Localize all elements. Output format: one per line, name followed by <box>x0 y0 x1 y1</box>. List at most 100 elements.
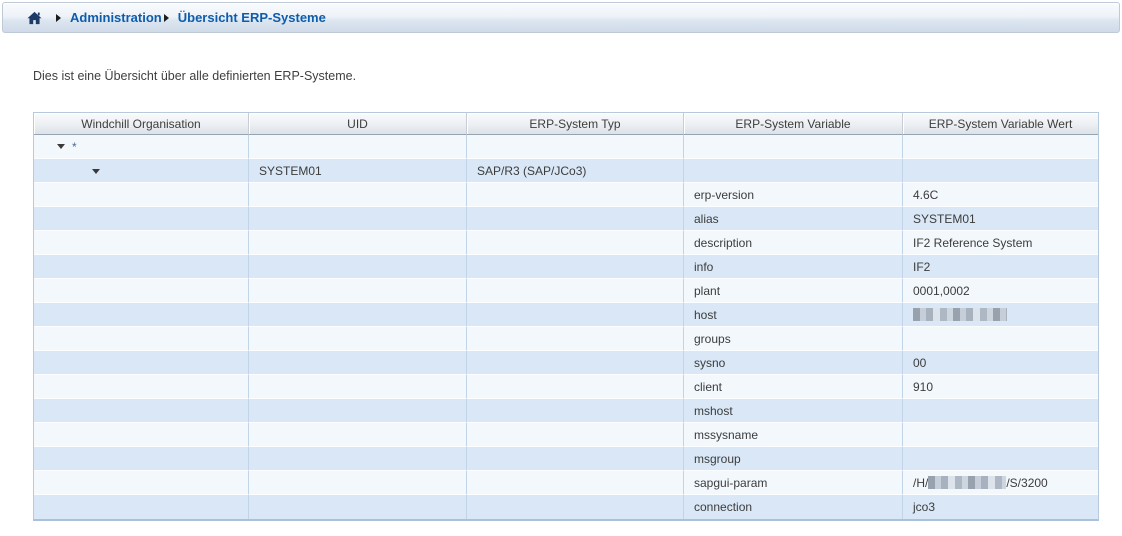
erp-system-typ-cell <box>467 327 684 351</box>
erp-system-variable-wert-cell <box>903 303 1098 327</box>
table-row: msgroup <box>34 447 1098 471</box>
erp-system-variable-cell: alias <box>684 207 903 231</box>
organisation-cell <box>34 255 249 279</box>
erp-system-variable-wert-cell <box>903 135 1098 159</box>
cell-value: /S/3200 <box>1006 476 1047 490</box>
chevron-right-icon <box>56 14 61 22</box>
uid-cell <box>249 279 467 303</box>
table-row: host <box>34 303 1098 327</box>
erp-table-container: Windchill Organisation UID ERP-System Ty… <box>33 112 1122 521</box>
cell-value: 4.6C <box>913 188 938 202</box>
erp-system-typ-cell <box>467 399 684 423</box>
uid-cell <box>249 423 467 447</box>
erp-system-variable-wert-cell: SYSTEM01 <box>903 207 1098 231</box>
erp-system-typ-cell <box>467 447 684 471</box>
erp-system-variable-cell: host <box>684 303 903 327</box>
breadcrumb-link-administration[interactable]: Administration <box>70 10 162 25</box>
erp-system-variable-wert-cell: 0001,0002 <box>903 279 1098 303</box>
organisation-cell <box>34 399 249 423</box>
table-row: connection jco3 <box>34 495 1098 519</box>
erp-system-variable-cell: connection <box>684 495 903 519</box>
cell-value: 0001,0002 <box>913 284 970 298</box>
uid-cell <box>249 399 467 423</box>
cell-value: IF2 <box>913 260 930 274</box>
organisation-cell <box>34 495 249 519</box>
organisation-cell <box>34 159 249 183</box>
organisation-cell <box>34 447 249 471</box>
uid-cell <box>249 231 467 255</box>
erp-systems-table: Windchill Organisation UID ERP-System Ty… <box>33 112 1099 521</box>
organisation-cell <box>34 207 249 231</box>
uid-cell <box>249 375 467 399</box>
erp-system-variable-cell: mshost <box>684 399 903 423</box>
erp-system-variable-wert-cell <box>903 327 1098 351</box>
erp-system-variable-cell: erp-version <box>684 183 903 207</box>
organisation-cell <box>34 231 249 255</box>
erp-system-typ-cell <box>467 255 684 279</box>
organisation-label: * <box>72 140 77 154</box>
erp-system-variable-cell: client <box>684 375 903 399</box>
table-row: plant 0001,0002 <box>34 279 1098 303</box>
table-row: sysno00 <box>34 351 1098 375</box>
table-row: mshost <box>34 399 1098 423</box>
cell-value: jco3 <box>913 500 935 514</box>
organisation-cell <box>34 279 249 303</box>
erp-system-typ-cell <box>467 423 684 447</box>
table-row: SYSTEM01SAP/R3 (SAP/JCo3) <box>34 159 1098 183</box>
organisation-cell <box>34 351 249 375</box>
collapse-triangle-icon[interactable] <box>92 169 100 174</box>
erp-system-typ-cell <box>467 351 684 375</box>
redacted-value <box>928 476 1006 489</box>
table-row: descriptionIF2 Reference System <box>34 231 1098 255</box>
column-header-erp-system-variable-wert: ERP-System Variable Wert <box>903 113 1098 135</box>
erp-system-variable-wert-cell <box>903 447 1098 471</box>
erp-system-variable-cell: msgroup <box>684 447 903 471</box>
breadcrumb-link-uebersicht-erp-systeme[interactable]: Übersicht ERP-Systeme <box>178 10 326 25</box>
cell-value: SYSTEM01 <box>913 212 976 226</box>
uid-cell <box>249 471 467 495</box>
table-row: sapgui-param/H//S/3200 <box>34 471 1098 495</box>
table-row: alias SYSTEM01 <box>34 207 1098 231</box>
uid-cell <box>249 303 467 327</box>
erp-system-variable-wert-cell: /H/ /S/3200 <box>903 471 1098 495</box>
erp-system-variable-wert-cell <box>903 399 1098 423</box>
uid-cell <box>249 495 467 519</box>
column-header-uid: UID <box>249 113 467 135</box>
breadcrumb: Administration Übersicht ERP-Systeme <box>2 2 1120 33</box>
uid-cell <box>249 351 467 375</box>
erp-system-typ-cell <box>467 183 684 207</box>
page-description: Dies ist eine Übersicht über alle defini… <box>33 69 1122 83</box>
erp-system-variable-cell <box>684 159 903 183</box>
uid-cell <box>249 327 467 351</box>
organisation-cell: * <box>34 135 249 159</box>
erp-system-typ-cell <box>467 375 684 399</box>
erp-system-typ-cell <box>467 495 684 519</box>
uid-cell <box>249 255 467 279</box>
uid-cell <box>249 447 467 471</box>
home-icon[interactable] <box>27 11 42 25</box>
erp-table-body: * SYSTEM01SAP/R3 (SAP/JCo3)erp-version 4.6… <box>34 135 1098 519</box>
erp-system-typ-cell <box>467 231 684 255</box>
erp-system-typ-cell <box>467 135 684 159</box>
erp-system-typ-cell <box>467 207 684 231</box>
cell-value: /H/ <box>913 476 928 490</box>
organisation-cell <box>34 303 249 327</box>
erp-system-variable-wert-cell: 910 <box>903 375 1098 399</box>
erp-system-variable-cell <box>684 135 903 159</box>
redacted-value <box>913 308 1007 321</box>
column-header-erp-system-variable: ERP-System Variable <box>684 113 903 135</box>
column-header-windchill-organisation: Windchill Organisation <box>34 113 249 135</box>
table-header-row: Windchill Organisation UID ERP-System Ty… <box>34 113 1098 135</box>
erp-system-variable-cell: mssysname <box>684 423 903 447</box>
column-header-erp-system-typ: ERP-System Typ <box>467 113 684 135</box>
table-row: erp-version 4.6C <box>34 183 1098 207</box>
erp-system-variable-cell: description <box>684 231 903 255</box>
chevron-right-icon <box>164 14 169 22</box>
table-row: groups <box>34 327 1098 351</box>
uid-cell: SYSTEM01 <box>249 159 467 183</box>
table-row: client910 <box>34 375 1098 399</box>
erp-system-variable-wert-cell: IF2 <box>903 255 1098 279</box>
collapse-triangle-icon[interactable] <box>57 144 65 149</box>
erp-system-variable-cell: plant <box>684 279 903 303</box>
organisation-cell <box>34 183 249 207</box>
